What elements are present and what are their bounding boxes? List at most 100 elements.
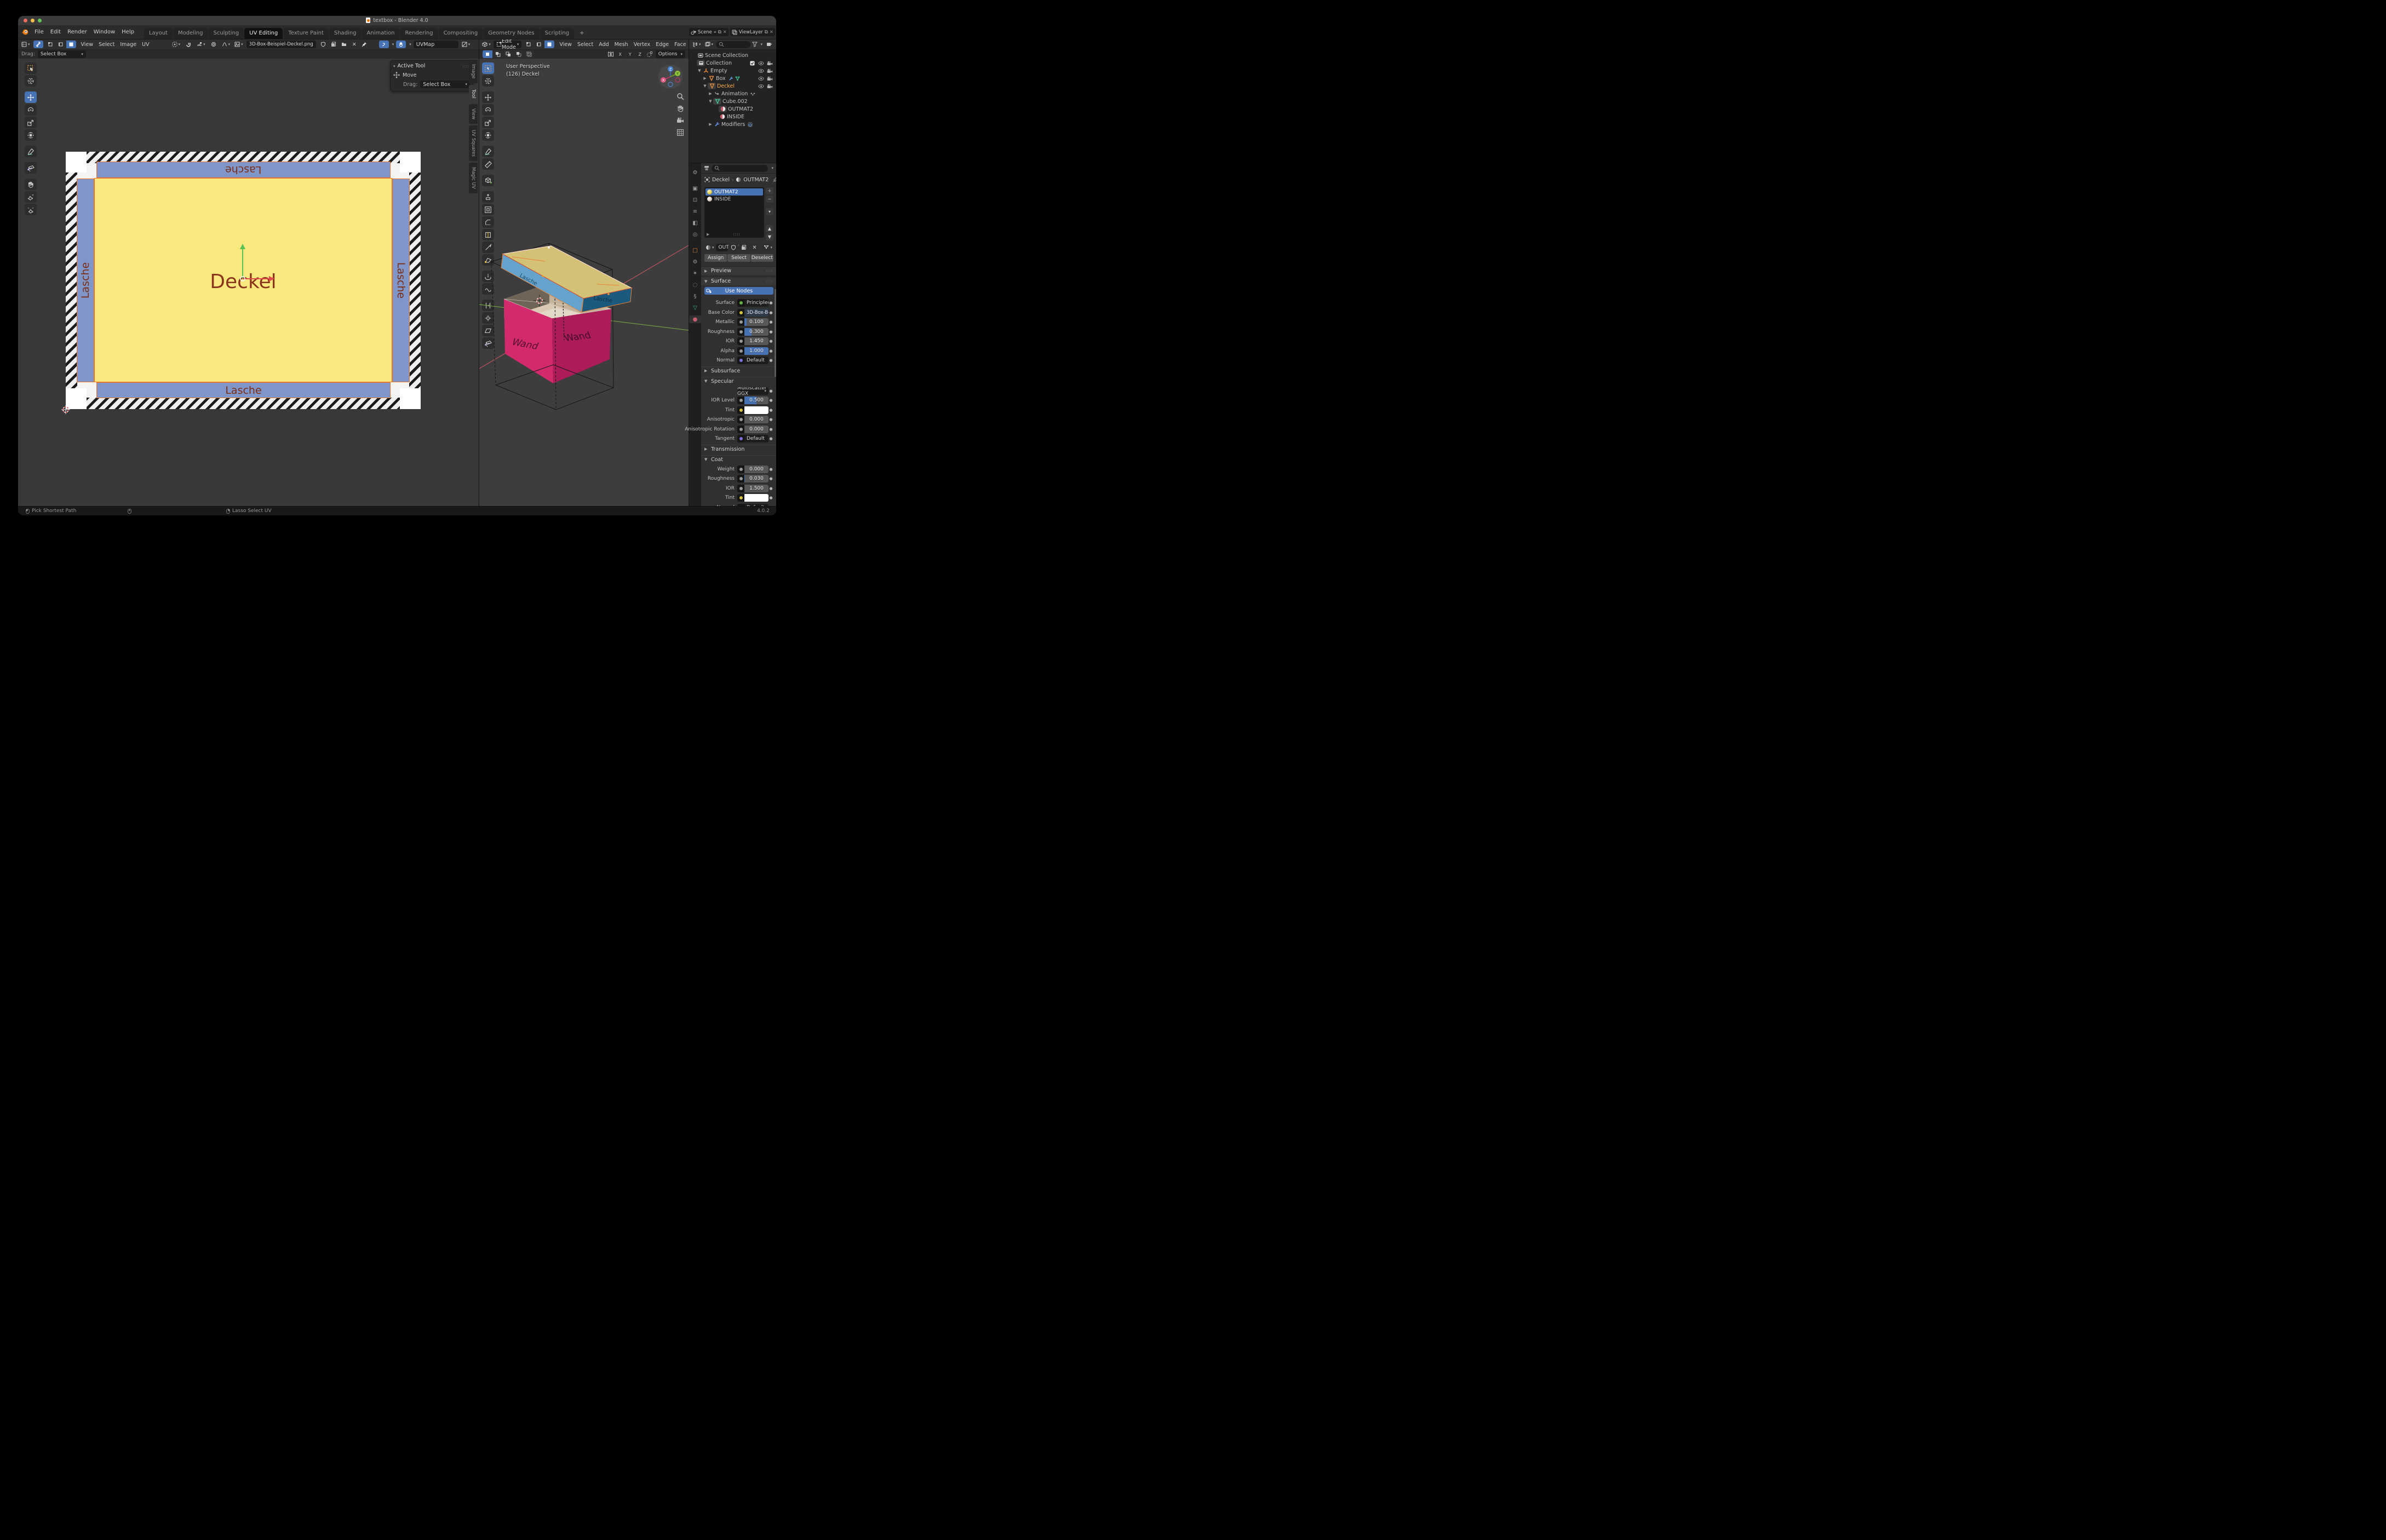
uv-flap-top[interactable]: Lasche (96, 162, 391, 178)
checkbox-toggle-icon[interactable] (749, 61, 755, 66)
outliner-item-deckel[interactable]: ▼Deckel (689, 82, 776, 90)
panel-header-subsurface[interactable]: ▶Subsurface (701, 366, 776, 375)
panel-header-transmission[interactable]: ▶Transmission (701, 445, 776, 453)
outliner-item-animation[interactable]: ▶Animation (689, 90, 776, 97)
workspace-tab-texture-paint[interactable]: Texture Paint (283, 28, 329, 39)
outliner-item-modifiers[interactable]: ▶Modifiers (689, 120, 776, 128)
expand-caret-icon[interactable]: ▶ (708, 122, 713, 127)
workspace-tab-sculpting[interactable]: Sculpting (208, 28, 244, 39)
mirror-y-toggle[interactable]: Y (627, 51, 634, 58)
keyframe-decorator[interactable]: ● (768, 467, 773, 472)
properties-tab-world[interactable]: ◎ (690, 231, 700, 238)
mode-dropdown[interactable]: Edit Mode▾ (494, 41, 521, 48)
eye-toggle-icon[interactable] (758, 84, 764, 89)
proportional-editing-button[interactable] (209, 41, 219, 48)
expand-caret-icon[interactable]: ▼ (702, 84, 708, 88)
keyframe-decorator[interactable]: ● (768, 436, 773, 441)
properties-tab-physics[interactable]: ◌ (690, 281, 700, 289)
uv-canvas[interactable]: Lasche Lasche Lasche Lasche Deckel (18, 59, 479, 513)
workspace-tab-shading[interactable]: Shading (329, 28, 362, 39)
move-slot-up-button[interactable]: ▲ (766, 225, 773, 232)
workspace-tab-layout[interactable]: Layout (144, 28, 173, 39)
uv-flap-left[interactable]: Lasche (77, 179, 94, 382)
unlink-material-button[interactable]: ✕ (749, 244, 759, 251)
uv-map-field[interactable]: UVMap (414, 41, 458, 48)
uv-menu-select[interactable]: Select (96, 42, 117, 48)
keyframe-decorator[interactable]: ● (768, 349, 773, 353)
proportional-falloff-button[interactable]: ▾ (221, 41, 232, 48)
close-icon[interactable]: ✕ (723, 30, 727, 35)
remove-slot-button[interactable]: − (766, 196, 773, 203)
panel-drag-dropdown[interactable]: Select Box▾ (420, 81, 470, 88)
edge-select-mode-button[interactable] (56, 41, 66, 48)
pin-id-icon[interactable] (362, 42, 367, 47)
outliner-item-empty[interactable]: ▼Empty (689, 67, 776, 74)
material-slot-inside[interactable]: INSIDE (706, 196, 763, 203)
sidebar-tab-uv-squares[interactable]: UV Squares (469, 125, 478, 161)
deselect-button[interactable]: Deselect (751, 254, 773, 262)
move-tool-button[interactable] (25, 91, 37, 103)
keyframe-decorator[interactable]: ● (768, 389, 773, 393)
expand-caret-icon[interactable]: ▶ (702, 76, 708, 81)
display-mode-button[interactable]: ▾ (704, 41, 715, 48)
vp-menu-select[interactable]: Select (575, 42, 596, 48)
tweak-select-tool-button[interactable] (25, 62, 37, 74)
value-slider[interactable]: 0.000 (737, 426, 768, 433)
uv-sync-selection-toggle[interactable] (33, 41, 43, 48)
keyframe-decorator[interactable]: ● (768, 427, 773, 432)
pin-icon[interactable] (773, 177, 776, 182)
properties-search-input[interactable] (712, 165, 768, 172)
workspace-tab-uv-editing[interactable]: UV Editing (244, 28, 283, 39)
keyframe-decorator[interactable]: ● (768, 398, 773, 403)
eye-toggle-icon[interactable] (758, 61, 764, 66)
value-slider[interactable]: 0.500 (737, 397, 768, 404)
panel-header-coat[interactable]: ▼Coat (701, 455, 776, 464)
blender-logo-icon[interactable] (18, 25, 31, 39)
vp-menu-vertex[interactable]: Vertex (631, 42, 653, 48)
keyframe-decorator[interactable]: ● (768, 476, 773, 481)
panel-caret-icon[interactable]: ▼ (704, 279, 709, 284)
keyframe-decorator[interactable]: ● (768, 311, 773, 315)
view-layer-selector[interactable]: ViewLayer ⧉ ✕ (730, 28, 775, 36)
value-slider[interactable]: 0.100 (737, 318, 768, 326)
panel-caret-icon[interactable]: ▼ (704, 379, 709, 383)
eye-toggle-icon[interactable] (758, 76, 764, 81)
face-select-mode-button[interactable] (544, 41, 554, 48)
material-slot-outmat2[interactable]: OUTMAT2 (706, 188, 763, 196)
pan-hand-icon[interactable] (676, 105, 684, 112)
breadcrumb-object[interactable]: Deckel (712, 177, 730, 183)
eye-toggle-icon[interactable] (758, 68, 764, 73)
properties-tab-modifiers[interactable]: ⚙ (690, 258, 700, 266)
uv-gizmos-toggle[interactable] (379, 41, 389, 48)
breadcrumb-material[interactable]: OUTMAT2 (743, 177, 768, 183)
workspace-tab-scripting[interactable]: Scripting (540, 28, 574, 39)
outliner-item-collection[interactable]: Collection (689, 59, 776, 67)
pinch-brush-tool-button[interactable] (25, 204, 37, 215)
header-options-icon[interactable]: ▾ (771, 166, 773, 170)
menu-help[interactable]: Help (118, 29, 137, 35)
fake-user-shield-button[interactable] (318, 41, 328, 48)
vertex-select-mode-button[interactable] (524, 41, 534, 48)
uv-menu-image[interactable]: Image (117, 42, 139, 48)
display-channels-button[interactable]: ▾ (461, 41, 472, 48)
outliner-item-inside[interactable]: INSIDE (689, 113, 776, 120)
sidebar-tab-view[interactable]: View (469, 104, 478, 124)
image-socket-field[interactable]: 3D-Box-Beispiel-Deckel.png (737, 309, 768, 317)
new-collection-button[interactable] (764, 41, 774, 48)
filter-funnel-icon[interactable] (752, 42, 758, 47)
outliner-item-outmat2[interactable]: OUTMAT2 (689, 105, 776, 113)
workspace-tab-animation[interactable]: Animation (362, 28, 400, 39)
properties-tab-render[interactable]: ▣ (690, 185, 700, 192)
drag-mode-dropdown[interactable]: Select Box▾ (38, 50, 86, 58)
properties-tab-scene[interactable]: ◧ (690, 219, 700, 227)
camera-toggle-icon[interactable] (767, 84, 773, 89)
vp-menu-add[interactable]: Add (596, 42, 611, 48)
move-gizmo[interactable] (204, 237, 281, 286)
expand-caret-icon[interactable]: ▼ (708, 99, 713, 104)
uv-flap-right[interactable]: Lasche (392, 179, 410, 382)
snap-settings-button[interactable]: ▾ (196, 41, 207, 48)
keyframe-decorator[interactable]: ● (768, 417, 773, 422)
keyframe-decorator[interactable]: ● (768, 339, 773, 343)
rotate-tool-button[interactable] (25, 104, 37, 116)
select-intersect-mode[interactable] (524, 50, 534, 58)
